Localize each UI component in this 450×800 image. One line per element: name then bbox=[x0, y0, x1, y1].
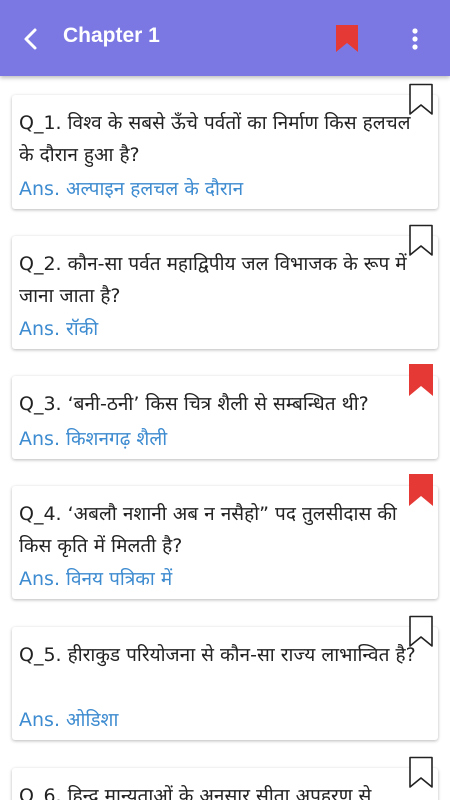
question-card: Q_3. ‘बनी-ठनी’ किस चित्र शैली से सम्बन्ध… bbox=[12, 364, 438, 459]
answer-text: Ans. अल्पाइन हलचल के दौरान bbox=[19, 178, 244, 200]
question-card: Q_2. कौन-सा पर्वत महाद्विपीय जल विभाजक क… bbox=[12, 224, 438, 349]
page-title: Chapter 1 bbox=[63, 24, 160, 47]
question-text: Q_3. ‘बनी-ठनी’ किस चित्र शैली से सम्बन्ध… bbox=[19, 393, 369, 415]
app-bar: Chapter 1 bbox=[0, 0, 450, 76]
answer-text: Ans. विनय पत्रिका में bbox=[19, 568, 173, 590]
more-vert-icon bbox=[412, 28, 418, 50]
question-list[interactable]: Q_1. विश्व के सबसे ऊँचे पर्वतों का निर्म… bbox=[0, 76, 450, 800]
answer-text: Ans. किशनगढ़ शैली bbox=[19, 428, 168, 450]
question-text: Q_4. ‘अबलौ नशानी अब न नसैहो” पद तुलसीदास… bbox=[19, 503, 397, 557]
answer-text: Ans. रॉकी bbox=[19, 318, 99, 340]
more-options-button[interactable] bbox=[402, 22, 428, 56]
question-text: Q_6. हिन्दू मान्यताओं के अनुसार सीता अपह… bbox=[19, 785, 372, 800]
question-text: Q_2. कौन-सा पर्वत महाद्विपीय जल विभाजक क… bbox=[19, 253, 407, 307]
answer-text: Ans. ओडिशा bbox=[19, 709, 119, 731]
back-arrow-icon bbox=[24, 28, 37, 50]
question-card: Q_1. विश्व के सबसे ऊँचे पर्वतों का निर्म… bbox=[12, 83, 438, 209]
question-card: Q_4. ‘अबलौ नशानी अब न नसैहो” पद तुलसीदास… bbox=[12, 474, 438, 599]
question-card: Q_5. हीराकुड परियोजना से कौन-सा राज्य ला… bbox=[12, 615, 438, 740]
back-button[interactable] bbox=[14, 22, 48, 56]
question-text: Q_5. हीराकुड परियोजना से कौन-सा राज्य ला… bbox=[19, 644, 416, 666]
question-text: Q_1. विश्व के सबसे ऊँचे पर्वतों का निर्म… bbox=[19, 112, 411, 166]
bookmark-icon bbox=[336, 25, 358, 52]
bookmarks-button[interactable] bbox=[331, 22, 365, 56]
question-card: Q_6. हिन्दू मान्यताओं के अनुसार सीता अपह… bbox=[12, 756, 438, 800]
